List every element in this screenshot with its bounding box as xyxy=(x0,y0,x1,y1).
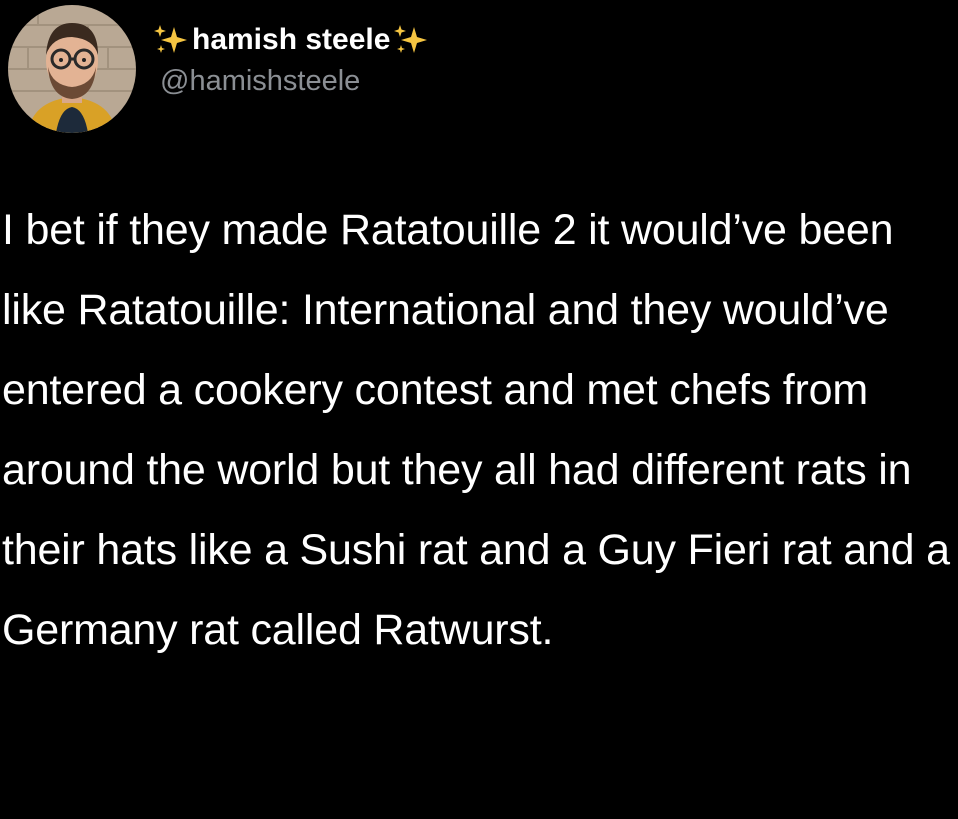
display-name-text: hamish steele xyxy=(192,23,391,56)
avatar[interactable] xyxy=(8,5,136,133)
sparkles-icon xyxy=(152,23,190,57)
tweet-card: hamish steele @hamishsteele I bet if the… xyxy=(0,0,958,819)
avatar-image xyxy=(8,5,136,133)
author-handle[interactable]: @hamishsteele xyxy=(152,64,652,98)
sparkles-icon xyxy=(392,23,430,57)
tweet-header xyxy=(8,4,136,134)
author-names: hamish steele @hamishsteele xyxy=(152,22,652,98)
author-display-name[interactable]: hamish steele xyxy=(152,22,652,58)
tweet-text: I bet if they made Ratatouille 2 it woul… xyxy=(2,206,950,654)
